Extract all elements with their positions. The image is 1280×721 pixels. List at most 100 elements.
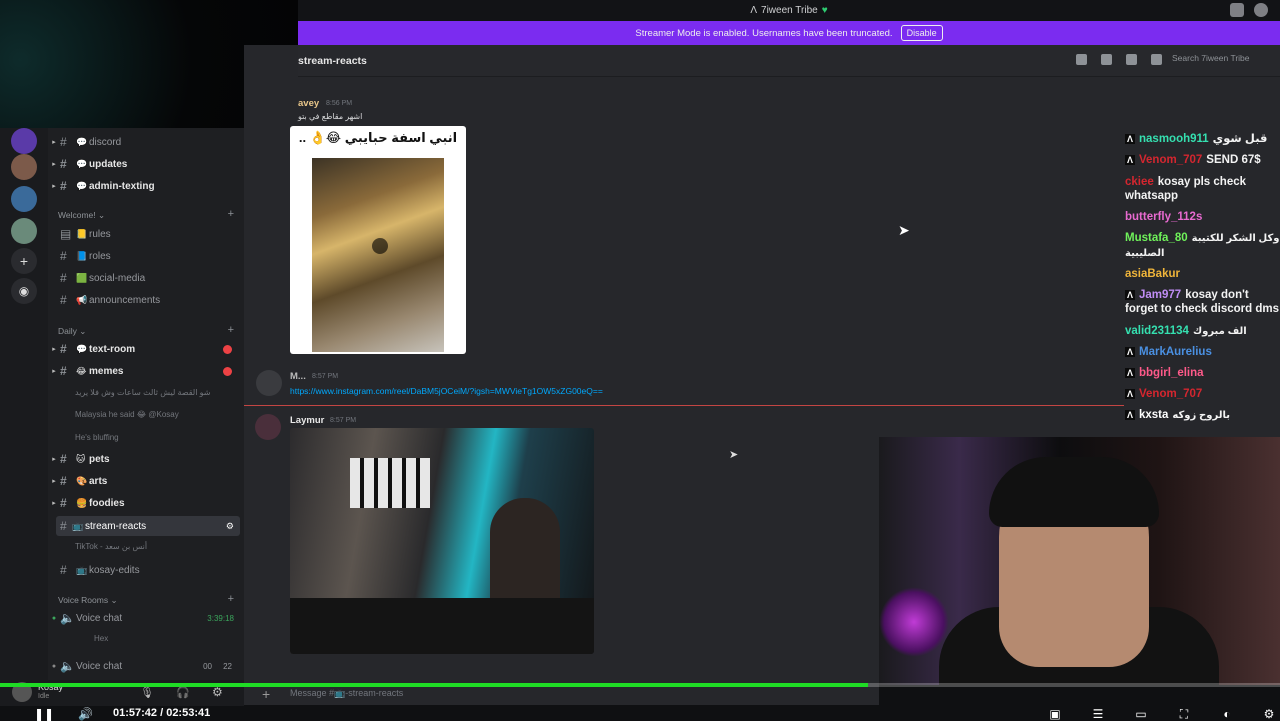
quality-icon[interactable]: ◐ — [1220, 707, 1234, 721]
video-thumbnail[interactable] — [312, 158, 444, 352]
channel-label: kosay-edits — [89, 564, 140, 576]
message-timestamp: 8:57 PM — [312, 373, 339, 380]
server-icon[interactable] — [11, 128, 37, 154]
channel-name: stream-reacts — [298, 55, 367, 67]
channel-stream-reacts[interactable]: # 📺 stream-reacts ⚙ — [56, 516, 240, 536]
channel-memes[interactable]: ▸ # 😂 memes — [48, 361, 244, 381]
headphones-icon[interactable]: 🎧 — [176, 686, 190, 699]
rules-icon: ▤ — [60, 227, 72, 241]
voice-duration: 3:39:18 — [207, 613, 234, 623]
microphone-icon[interactable]: 🎙 — [140, 686, 154, 699]
chat-line: Λ Venom_707 — [1125, 387, 1280, 401]
channel-rules[interactable]: ▤ 📒 rules — [48, 224, 244, 244]
image-embed[interactable]: انبي اسفة حبايبي 😂👌 .. — [290, 126, 466, 354]
explore-icon[interactable]: ◉ — [11, 278, 37, 304]
settings-gear-icon[interactable]: ⚙ — [226, 521, 234, 532]
streamer-cap — [989, 457, 1159, 527]
notification-bell-icon[interactable] — [1101, 54, 1112, 65]
channel-roles[interactable]: # 📘 roles — [48, 246, 244, 266]
channel-emoji: 💬 — [76, 136, 88, 147]
stream-chat-overlay: Λnasmooh911 قبل شوي Λ Venom_707 SEND 67$ ck… — [1125, 128, 1280, 428]
add-channel-icon[interactable]: + — [228, 324, 234, 336]
search-input[interactable]: Search 7iween Tribe — [1166, 53, 1274, 68]
hash-icon: # — [60, 271, 67, 285]
voice-channel[interactable]: ● 🔈 Voice chat 00 22 — [48, 656, 244, 676]
add-channel-icon[interactable]: + — [228, 593, 234, 605]
chat-user: Jam977 — [1139, 289, 1182, 301]
message-timestamp: 8:57 PM — [330, 417, 357, 424]
thread-item[interactable]: Malaysia he said 😂 @Kosay — [75, 410, 179, 419]
channel-updates[interactable]: ▸ # 💬 updates — [48, 154, 244, 174]
rgb-light — [879, 587, 949, 657]
members-icon[interactable] — [1151, 54, 1162, 65]
chat-message: SEND 67$ — [1206, 154, 1261, 166]
message-link[interactable]: https://www.instagram.com/reel/DaBM5jOCe… — [290, 386, 670, 396]
channel-discord[interactable]: ▸ # 💬 discord — [48, 132, 244, 152]
channel-arts[interactable]: ▸ # 🎨 arts — [48, 471, 244, 491]
category-voice-rooms[interactable]: Voice Rooms ⌄ — [58, 595, 118, 606]
thread-item[interactable]: شو القصة ليش ثالث ساعات وش فلا يريد — [75, 388, 211, 397]
disable-streamer-mode-button[interactable]: Disable — [900, 25, 943, 41]
theater-mode-icon[interactable]: ▭ — [1134, 707, 1148, 721]
server-icon[interactable] — [11, 218, 37, 244]
chapters-icon[interactable]: ☰ — [1091, 707, 1105, 721]
message-input[interactable]: + Message #📺-stream-reacts — [244, 685, 879, 705]
pip-icon[interactable]: ▣ — [1048, 707, 1062, 721]
category-welcome[interactable]: Welcome! ⌄ — [58, 210, 105, 221]
channel-pets[interactable]: ▸ # 🐱 pets — [48, 449, 244, 469]
voice-channel[interactable]: ● 🔈 Voice chat 3:39:18 — [48, 608, 244, 628]
message-author[interactable]: M... — [290, 371, 306, 382]
channel-admin-texting[interactable]: ▸ # 💬 admin-texting — [48, 176, 244, 196]
chat-message: قبل شوي — [1212, 133, 1268, 145]
volume-icon[interactable]: 🔊 — [78, 707, 93, 721]
chat-message: الف مبروك — [1192, 326, 1247, 337]
search-placeholder: Search 7iween Tribe — [1172, 53, 1250, 63]
settings-gear-icon[interactable]: ⚙ — [1262, 707, 1276, 721]
thread-item[interactable]: He's bluffing — [75, 433, 119, 442]
thread-item[interactable]: TikTok - أنس بن سعد — [75, 542, 147, 551]
channel-announcements[interactable]: # 📢 announcements — [48, 290, 244, 310]
help-icon[interactable] — [1254, 3, 1268, 17]
threads-icon[interactable] — [1076, 54, 1087, 65]
pin-icon[interactable] — [1126, 54, 1137, 65]
channel-social-media[interactable]: # 🟩 social-media — [48, 268, 244, 288]
play-icon[interactable] — [372, 238, 388, 254]
fullscreen-icon[interactable]: ⛶ — [1177, 707, 1191, 721]
chat-line: Λ MarkAurelius — [1125, 345, 1280, 359]
channel-label: pets — [89, 453, 110, 465]
badge-icon: Λ — [1125, 368, 1135, 378]
chat-line: Λ Jam977 kosay don't forget to check disco… — [1125, 288, 1280, 316]
pause-icon[interactable]: ❚❚ — [34, 707, 54, 721]
voice-user[interactable]: Hex — [94, 634, 108, 643]
channel-label: social-media — [89, 272, 146, 284]
avatar[interactable] — [255, 414, 281, 440]
server-icon[interactable] — [11, 186, 37, 212]
hash-icon: # — [60, 179, 67, 193]
channel-label: stream-reacts — [85, 520, 147, 532]
video-controls: ❚❚ 🔊 01:57:42 / 02:53:41 ▣ ☰ ▭ ⛶ ◐ ⚙ — [0, 704, 1280, 721]
channel-text-room[interactable]: ▸ # 💬 text-room — [48, 339, 244, 359]
add-channel-icon[interactable]: + — [228, 208, 234, 220]
badge-icon: Λ — [1125, 155, 1135, 165]
message-author[interactable]: Laymur — [290, 415, 324, 426]
chat-line: Λkxsta بالروح زوكه — [1125, 408, 1280, 423]
server-icon[interactable] — [11, 154, 37, 180]
message-author[interactable]: avey — [298, 98, 319, 109]
attach-plus-icon[interactable]: + — [262, 686, 270, 702]
chat-message: بالروح زوكه — [1172, 410, 1230, 421]
category-daily[interactable]: Daily ⌄ — [58, 326, 86, 337]
channel-kosay-edits[interactable]: # 📺 kosay-edits — [48, 560, 244, 580]
channel-foodies[interactable]: ▸ # 🍔 foodies — [48, 493, 244, 513]
desk — [290, 598, 594, 654]
add-server-icon[interactable]: + — [11, 248, 37, 274]
hash-icon: # — [60, 249, 67, 263]
unread-badge — [223, 345, 232, 354]
chat-line: Λbbgirl_elina — [1125, 366, 1280, 380]
chat-line: ckiee kosay pls check whatsapp — [1125, 175, 1280, 203]
avatar[interactable] — [256, 370, 282, 396]
chat-line: Λnasmooh911 قبل شوي — [1125, 132, 1280, 146]
video-embed[interactable] — [290, 428, 594, 654]
streamer-mode-banner: Streamer Mode is enabled. Usernames have… — [298, 21, 1280, 45]
user-settings-gear-icon[interactable]: ⚙ — [212, 685, 223, 699]
inbox-icon[interactable] — [1230, 3, 1244, 17]
